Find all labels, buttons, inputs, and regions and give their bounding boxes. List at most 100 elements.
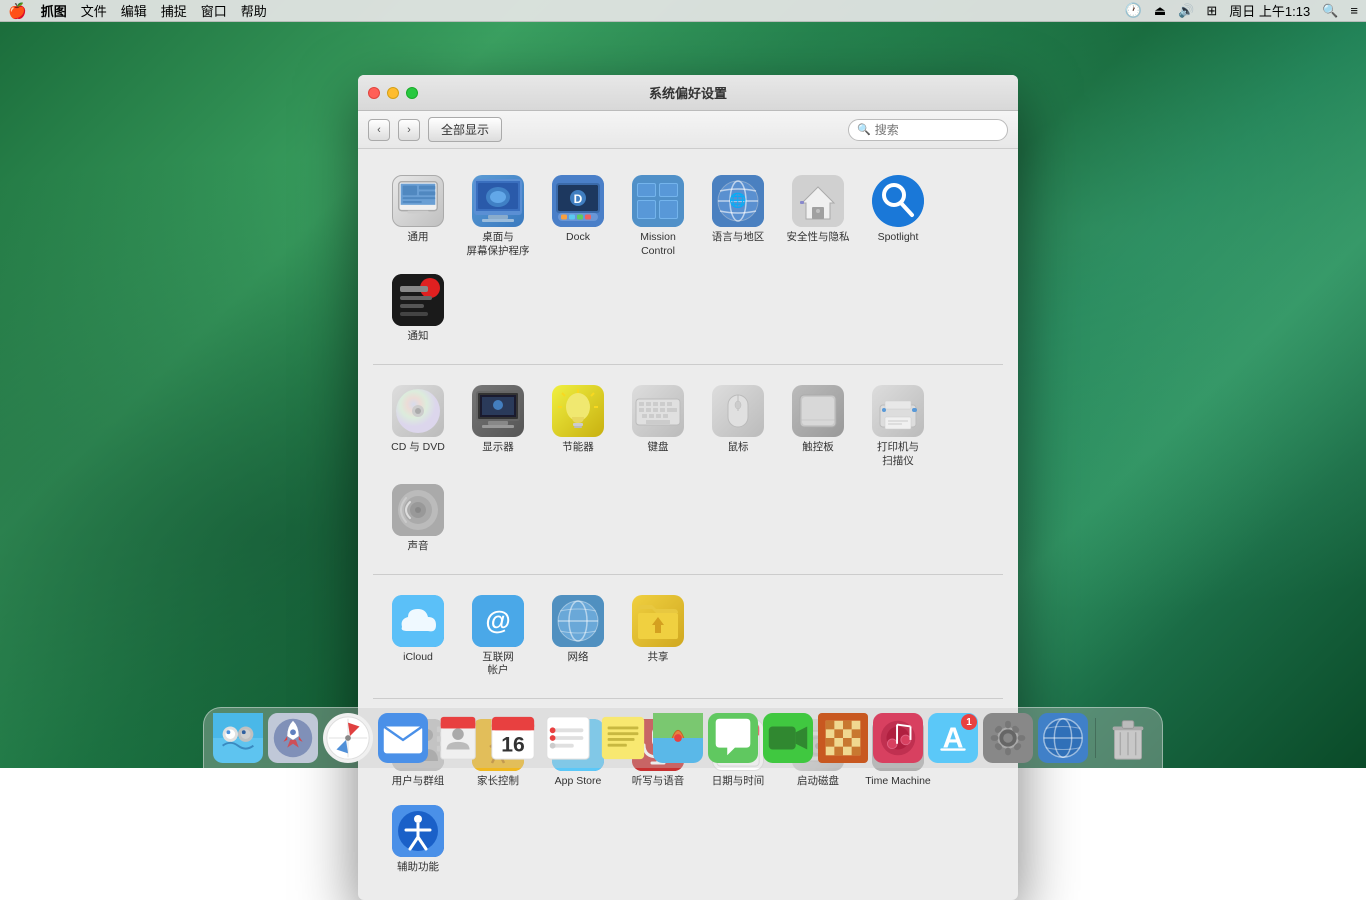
app-name[interactable]: 抓图 bbox=[41, 1, 67, 20]
menu-help[interactable]: 帮助 bbox=[241, 1, 267, 20]
pref-mission[interactable]: MissionControl bbox=[618, 167, 698, 266]
search-input[interactable] bbox=[875, 123, 999, 137]
menu-window[interactable]: 窗口 bbox=[201, 1, 227, 20]
dock-appstore[interactable]: A 1 bbox=[927, 712, 979, 764]
search-menubar-icon[interactable]: 🔍 bbox=[1322, 3, 1338, 19]
dock-trash[interactable] bbox=[1102, 712, 1154, 764]
energy-icon bbox=[552, 385, 604, 437]
dock: 16 bbox=[203, 707, 1163, 768]
pref-trackpad[interactable]: 触控板 bbox=[778, 377, 858, 476]
dock-network[interactable] bbox=[1037, 712, 1089, 764]
pref-cd[interactable]: CD 与 DVD bbox=[378, 377, 458, 476]
parental-label: 家长控制 bbox=[477, 775, 519, 789]
appstore-label: App Store bbox=[555, 775, 602, 789]
dock-launchpad[interactable] bbox=[267, 712, 319, 764]
pref-keyboard[interactable]: 键盘 bbox=[618, 377, 698, 476]
sharing-icon bbox=[632, 595, 684, 647]
icloud-label: iCloud bbox=[403, 651, 433, 665]
pref-accessibility[interactable]: 辅助功能 bbox=[378, 797, 458, 883]
dictation-label: 听写与语音 bbox=[632, 775, 685, 789]
show-all-button[interactable]: 全部显示 bbox=[428, 117, 502, 142]
pref-spotlight[interactable]: Spotlight bbox=[858, 167, 938, 266]
eject-icon[interactable]: ⏏ bbox=[1154, 3, 1166, 19]
pref-energy[interactable]: 节能器 bbox=[538, 377, 618, 476]
dock-sysprefs[interactable] bbox=[982, 712, 1034, 764]
menu-capture[interactable]: 捕捉 bbox=[161, 1, 187, 20]
sound-label: 声音 bbox=[408, 540, 429, 554]
search-box[interactable]: 🔍 bbox=[848, 119, 1008, 141]
pref-printer[interactable]: 打印机与扫描仪 bbox=[858, 377, 938, 476]
timemachine-icon[interactable]: 🕐 bbox=[1124, 2, 1141, 19]
svg-text:@: @ bbox=[485, 605, 510, 635]
svg-text:D: D bbox=[574, 192, 583, 206]
dock-finder[interactable] bbox=[212, 712, 264, 764]
cd-label: CD 与 DVD bbox=[391, 441, 445, 455]
pref-sharing[interactable]: 共享 bbox=[618, 587, 698, 686]
dock-itunes[interactable] bbox=[872, 712, 924, 764]
general-icon bbox=[392, 175, 444, 227]
pref-network[interactable]: 网络 bbox=[538, 587, 618, 686]
divider-2 bbox=[373, 574, 1003, 575]
window-title: 系统偏好设置 bbox=[649, 83, 727, 102]
pref-sound[interactable]: 声音 bbox=[378, 476, 458, 562]
dock-calendar[interactable]: 16 bbox=[487, 712, 539, 764]
close-button[interactable] bbox=[368, 87, 380, 99]
mission-icon bbox=[632, 175, 684, 227]
display-label: 显示器 bbox=[482, 441, 514, 455]
accessibility-icon bbox=[392, 805, 444, 857]
trackpad-label: 触控板 bbox=[802, 441, 834, 455]
menu-edit[interactable]: 编辑 bbox=[121, 1, 147, 20]
dock-notes[interactable] bbox=[597, 712, 649, 764]
forward-button[interactable]: › bbox=[398, 119, 420, 141]
dock-messages[interactable] bbox=[707, 712, 759, 764]
dock-addressbook[interactable] bbox=[432, 712, 484, 764]
menubar: 🍎 抓图 文件 编辑 捕捉 窗口 帮助 🕐 ⏏ 🔊 ⊞ 周日 上午1:13 🔍 … bbox=[0, 0, 1366, 22]
grid-icon[interactable]: ⊞ bbox=[1206, 3, 1217, 19]
pref-desktop[interactable]: 桌面与屏幕保护程序 bbox=[458, 167, 538, 266]
network-icon bbox=[552, 595, 604, 647]
notify-icon bbox=[392, 274, 444, 326]
pref-notify[interactable]: 通知 bbox=[378, 266, 458, 352]
pref-lang[interactable]: 🌐 语言与地区 bbox=[698, 167, 778, 266]
keyboard-label: 键盘 bbox=[648, 441, 669, 455]
dock-maps[interactable] bbox=[652, 712, 704, 764]
dock-mail[interactable] bbox=[377, 712, 429, 764]
menu-file[interactable]: 文件 bbox=[81, 1, 107, 20]
pref-security[interactable]: 安全性与隐私 bbox=[778, 167, 858, 266]
dock-icon: D bbox=[552, 175, 604, 227]
mission-label: MissionControl bbox=[640, 231, 676, 258]
pref-mouse[interactable]: 鼠标 bbox=[698, 377, 778, 476]
cd-icon bbox=[392, 385, 444, 437]
datetime-display: 周日 上午1:13 bbox=[1229, 1, 1310, 20]
maximize-button[interactable] bbox=[406, 87, 418, 99]
list-icon[interactable]: ≡ bbox=[1350, 3, 1358, 18]
volume-icon[interactable]: 🔊 bbox=[1178, 3, 1194, 19]
desktop-label: 桌面与屏幕保护程序 bbox=[467, 231, 530, 258]
lang-label: 语言与地区 bbox=[712, 231, 765, 245]
keyboard-icon bbox=[632, 385, 684, 437]
spotlight-label: Spotlight bbox=[878, 231, 919, 245]
window-titlebar: 系统偏好设置 bbox=[358, 75, 1018, 111]
minimize-button[interactable] bbox=[387, 87, 399, 99]
pref-display[interactable]: 显示器 bbox=[458, 377, 538, 476]
divider-3 bbox=[373, 698, 1003, 699]
internet-label: 互联网帐户 bbox=[482, 651, 514, 678]
system-preferences-window: 系统偏好设置 ‹ › 全部显示 🔍 bbox=[358, 75, 1018, 900]
window-toolbar: ‹ › 全部显示 🔍 bbox=[358, 111, 1018, 149]
pref-dock[interactable]: D Dock bbox=[538, 167, 618, 266]
pref-general[interactable]: 通用 bbox=[378, 167, 458, 266]
prefs-section-personal: 通用 桌面与屏幕保护程序 bbox=[358, 159, 1018, 360]
traffic-lights bbox=[368, 87, 418, 99]
internet-icon: @ bbox=[472, 595, 524, 647]
dock-chess[interactable] bbox=[817, 712, 869, 764]
energy-label: 节能器 bbox=[562, 441, 594, 455]
pref-internet[interactable]: @ 互联网帐户 bbox=[458, 587, 538, 686]
dock-facetime[interactable] bbox=[762, 712, 814, 764]
back-button[interactable]: ‹ bbox=[368, 119, 390, 141]
search-icon: 🔍 bbox=[857, 123, 871, 136]
dock-reminders[interactable] bbox=[542, 712, 594, 764]
apple-menu[interactable]: 🍎 bbox=[8, 2, 27, 20]
pref-icloud[interactable]: iCloud bbox=[378, 587, 458, 686]
notify-label: 通知 bbox=[408, 330, 429, 344]
dock-safari[interactable] bbox=[322, 712, 374, 764]
